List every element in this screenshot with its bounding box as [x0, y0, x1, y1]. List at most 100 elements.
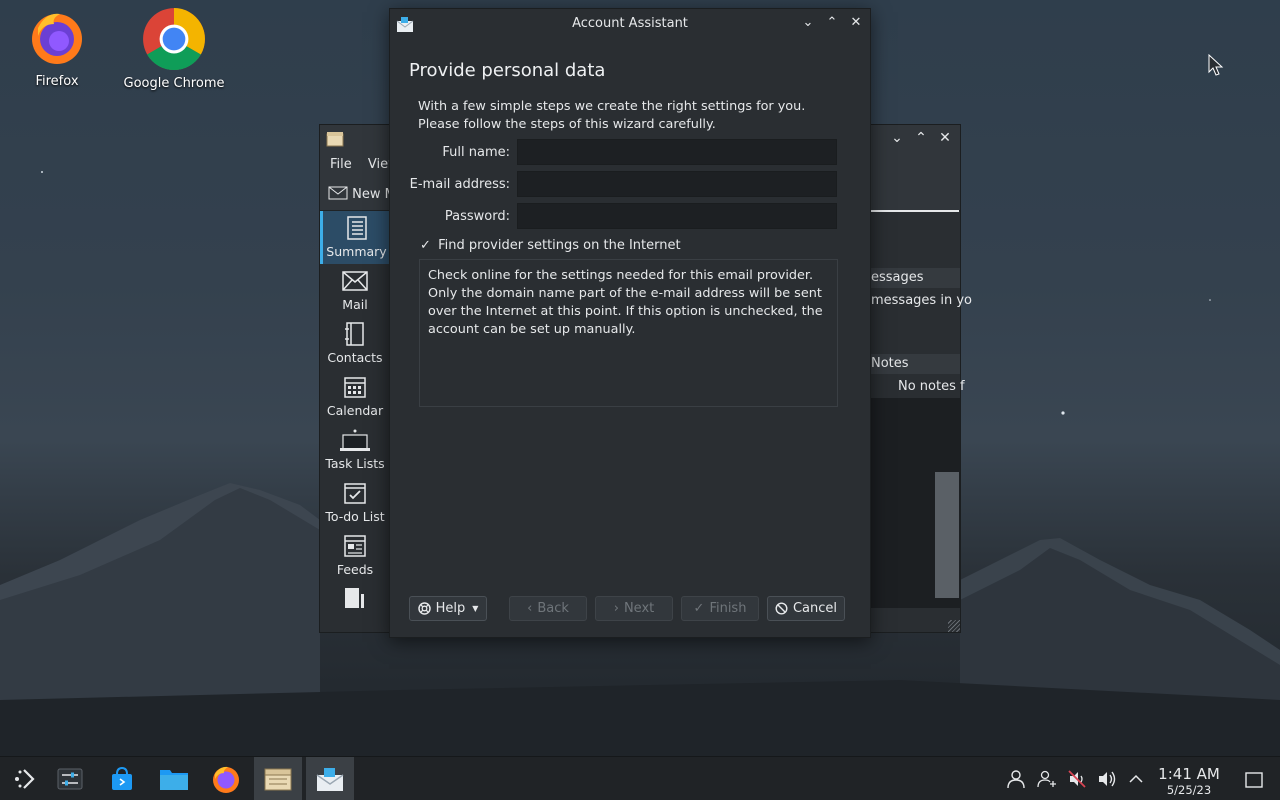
back-label: Back — [537, 601, 569, 616]
launcher-icon — [15, 769, 35, 789]
close-button[interactable]: ✕ — [936, 130, 954, 146]
back-button[interactable]: ‹ Back — [509, 596, 587, 621]
taskbar: 1:41 AM 5/25/23 — [0, 756, 1280, 800]
user-switch-icon[interactable] — [1037, 769, 1057, 789]
taskbar-account-assistant[interactable] — [306, 757, 354, 800]
find-provider-checkbox[interactable]: ✓ Find provider settings on the Internet — [420, 238, 681, 253]
sidebar-item-label: Task Lists — [325, 456, 385, 471]
sidebar-item-task-lists[interactable]: Task Lists — [320, 423, 390, 476]
envelope-icon — [328, 186, 348, 200]
sidebar-item-label: Contacts — [327, 350, 383, 365]
todo-icon — [344, 483, 366, 504]
sidebar-item-mail[interactable]: Mail — [320, 264, 390, 317]
next-button[interactable]: › Next — [595, 596, 673, 621]
clock-time: 1:41 AM — [1158, 765, 1220, 783]
contacts-icon — [345, 322, 364, 346]
application-launcher[interactable] — [0, 757, 48, 800]
taskbar-kontact[interactable] — [254, 757, 302, 800]
mail-icon — [342, 271, 368, 291]
email-field[interactable] — [517, 171, 837, 197]
mouse-cursor-icon — [1208, 54, 1224, 76]
help-icon — [417, 602, 431, 615]
minimize-button[interactable]: ⌄ — [888, 130, 906, 146]
notes-text: No notes f — [898, 379, 965, 394]
chevron-right-icon: › — [613, 601, 619, 616]
minimize-button[interactable]: ⌄ — [799, 15, 817, 33]
user-icon[interactable] — [1006, 769, 1026, 789]
firefox-icon — [32, 13, 82, 64]
desktop-icon-label: Firefox — [35, 74, 79, 89]
kontact-icon — [264, 768, 292, 791]
chrome-icon — [143, 8, 205, 70]
maximize-button[interactable]: ⌃ — [823, 15, 841, 33]
full-name-field[interactable] — [517, 139, 837, 165]
microphone-muted-icon[interactable] — [1067, 769, 1087, 789]
chevron-up-icon[interactable] — [1126, 769, 1146, 789]
sidebar-item-label: Summary — [326, 244, 387, 259]
cancel-button[interactable]: Cancel — [767, 596, 845, 621]
taskbar-file-manager[interactable] — [150, 757, 198, 800]
find-provider-label: Find provider settings on the Internet — [438, 238, 681, 253]
dialog-titlebar[interactable]: Account Assistant ⌄ ⌃ ✕ — [390, 9, 870, 39]
close-button[interactable]: ✕ — [847, 15, 865, 33]
taskbar-discover[interactable] — [98, 757, 146, 800]
sidebar-item-label: Mail — [342, 297, 368, 312]
desktop-icon-firefox[interactable]: Firefox — [2, 8, 112, 89]
folder-icon — [160, 770, 188, 790]
volume-icon[interactable] — [1097, 769, 1117, 789]
firefox-icon — [213, 766, 239, 793]
password-field[interactable] — [517, 203, 837, 229]
intro-text: With a few simple steps we create the ri… — [418, 99, 806, 132]
sidebar-item-contacts[interactable]: Contacts — [320, 317, 390, 370]
account-assistant-dialog: Account Assistant ⌄ ⌃ ✕ Provide personal… — [389, 8, 871, 638]
full-name-label: Full name: — [442, 145, 510, 160]
dialog-title: Account Assistant — [572, 16, 688, 31]
sidebar-item-more[interactable] — [320, 582, 390, 612]
taskbar-firefox[interactable] — [202, 757, 250, 800]
password-label: Password: — [444, 209, 510, 224]
kontact-app-icon — [326, 132, 344, 147]
sidebar-item-label: To-do List — [325, 509, 385, 524]
chevron-down-icon: ▼ — [472, 604, 479, 613]
sidebar-item-calendar[interactable]: Calendar — [320, 370, 390, 423]
menu-file[interactable]: File — [320, 153, 352, 172]
finish-label: Finish — [709, 601, 747, 616]
digital-clock[interactable]: 1:41 AM 5/25/23 — [1154, 765, 1224, 797]
kontact-sidebar: Summary Mail Contacts Calendar Task List… — [320, 211, 390, 632]
chevron-left-icon: ‹ — [527, 601, 533, 616]
notes-header: Notes — [871, 354, 960, 374]
scrollbar[interactable] — [935, 472, 959, 598]
sidebar-item-label: Calendar — [326, 403, 384, 418]
taskbar-system-settings[interactable] — [46, 757, 94, 800]
divider — [871, 210, 959, 212]
info-text-box: Check online for the settings needed for… — [419, 259, 838, 407]
cancel-label: Cancel — [792, 601, 838, 616]
new-message-button[interactable]: New M — [328, 185, 396, 202]
notes-area — [871, 398, 960, 608]
maximize-button[interactable]: ⌃ — [912, 130, 930, 146]
show-desktop-icon[interactable] — [1244, 770, 1264, 790]
sidebar-item-label: Feeds — [336, 562, 374, 577]
sidebar-item-feeds[interactable]: Feeds — [320, 529, 390, 582]
kontact-summary-pane: essages messages in yo Notes No notes f — [871, 152, 972, 632]
help-button[interactable]: Help ▼ — [409, 596, 487, 621]
help-label: Help — [435, 601, 466, 616]
next-label: Next — [623, 601, 655, 616]
messages-header: essages — [871, 268, 960, 288]
desktop-icon-chrome[interactable]: Google Chrome — [119, 8, 229, 91]
sidebar-item-todo-list[interactable]: To-do List — [320, 476, 390, 529]
mail-app-icon — [316, 768, 344, 791]
cancel-icon — [775, 602, 788, 615]
desktop-icon-label: Google Chrome — [123, 76, 225, 91]
finish-button[interactable]: ✓ Finish — [681, 596, 759, 621]
sidebar-item-summary[interactable]: Summary — [320, 211, 390, 264]
feeds-icon — [344, 535, 366, 557]
store-bag-icon — [112, 766, 132, 790]
resize-grip[interactable] — [948, 620, 960, 632]
page-title: Provide personal data — [409, 60, 606, 81]
email-label: E-mail address: — [409, 177, 510, 192]
clock-date: 5/25/23 — [1166, 783, 1212, 797]
checkmark-icon: ✓ — [420, 238, 431, 253]
check-icon: ✓ — [693, 601, 705, 616]
settings-sliders-icon — [57, 768, 83, 790]
